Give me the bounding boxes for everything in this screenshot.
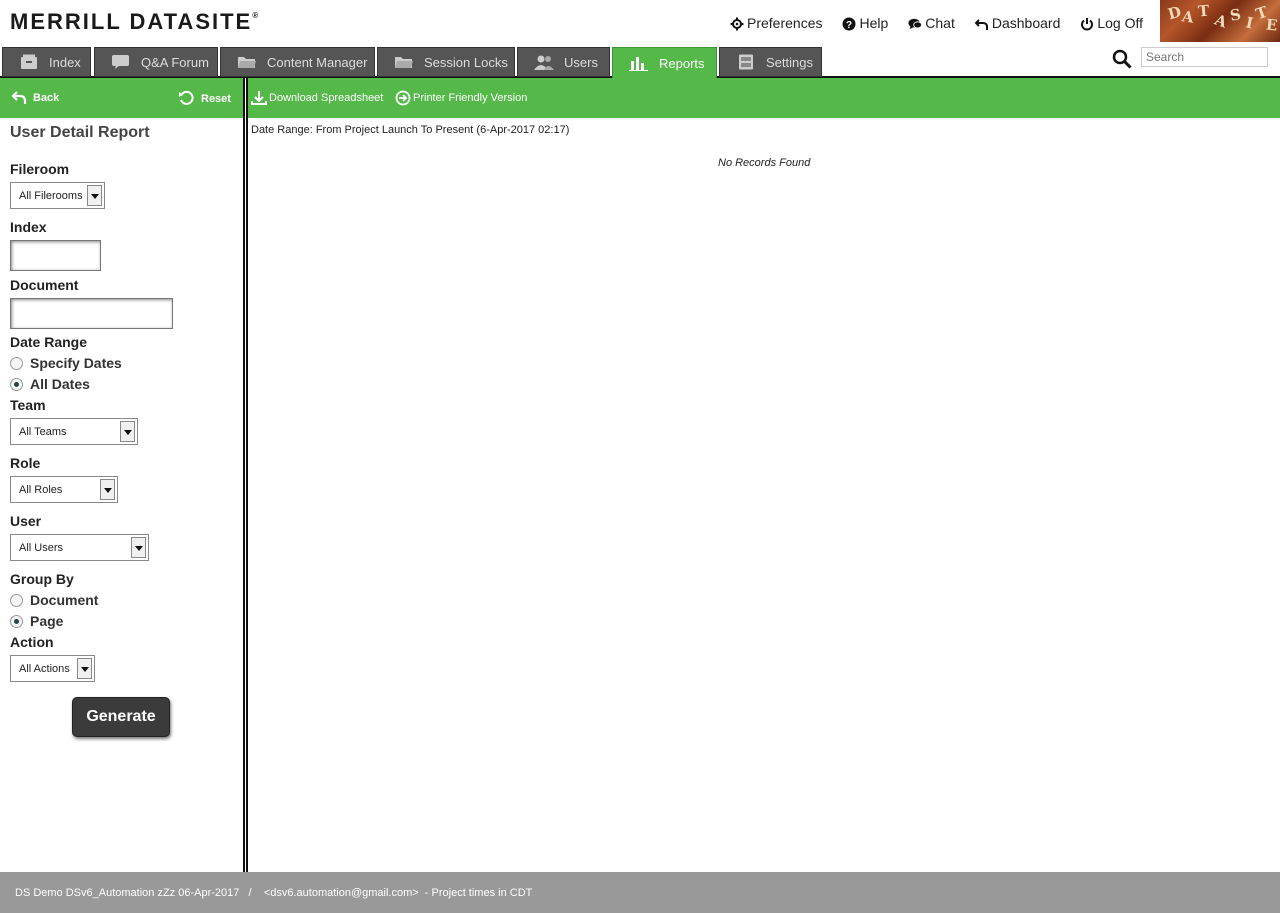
chevron-down-icon bbox=[100, 479, 115, 500]
action-select[interactable]: All Actions bbox=[10, 655, 95, 682]
document-input[interactable] bbox=[10, 298, 173, 329]
generate-button[interactable]: Generate bbox=[72, 697, 170, 737]
gear-icon bbox=[730, 17, 744, 31]
chat-link[interactable]: Chat bbox=[908, 14, 955, 31]
role-label: Role bbox=[10, 455, 41, 471]
reset-button[interactable]: Reset bbox=[178, 90, 231, 107]
folder-open-icon bbox=[395, 57, 413, 68]
no-records-message: No Records Found bbox=[718, 157, 811, 169]
reset-icon bbox=[179, 90, 194, 105]
chevron-down-icon bbox=[131, 537, 146, 558]
team-label: Team bbox=[10, 397, 46, 413]
radio-button-selected bbox=[10, 377, 23, 391]
back-arrow-icon bbox=[12, 91, 27, 104]
search-input[interactable] bbox=[1141, 47, 1268, 67]
arrow-circle-icon bbox=[395, 90, 411, 106]
logoff-link[interactable]: Log Off bbox=[1080, 14, 1143, 31]
help-icon: ? bbox=[842, 17, 856, 31]
tab-users[interactable]: Users bbox=[517, 47, 610, 77]
role-select[interactable]: All Roles bbox=[10, 476, 118, 503]
dashboard-link[interactable]: Dashboard bbox=[974, 14, 1060, 31]
user-select[interactable]: All Users bbox=[10, 534, 149, 561]
index-label: Index bbox=[10, 219, 47, 235]
help-link[interactable]: ? Help bbox=[842, 14, 888, 31]
logo: MERRILL DATASITE® bbox=[10, 9, 259, 34]
printer-friendly-button[interactable]: Printer Friendly Version bbox=[395, 90, 527, 106]
group-document-radio[interactable]: Document bbox=[10, 592, 98, 608]
report-date-range: Date Range: From Project Launch To Prese… bbox=[251, 124, 570, 136]
tab-qa-forum[interactable]: Q&A Forum bbox=[94, 47, 218, 77]
top-links: Preferences ? Help Chat Dashboard Log Of… bbox=[730, 14, 1163, 31]
tab-index[interactable]: Index bbox=[2, 47, 91, 77]
chevron-down-icon bbox=[77, 658, 92, 679]
footer-text: DS Demo DSv6_Automation zZz 06-Apr-2017 … bbox=[15, 886, 533, 899]
chevron-down-icon bbox=[87, 185, 102, 206]
index-input[interactable] bbox=[10, 240, 101, 271]
back-arrow-icon bbox=[974, 19, 988, 30]
chevron-down-icon bbox=[120, 421, 135, 442]
left-toolbar: Back Reset bbox=[0, 78, 243, 118]
datasite-brand-image: D A T A S I T E bbox=[1160, 0, 1280, 42]
app-header: MERRILL DATASITE® Preferences ? Help Cha… bbox=[0, 0, 1280, 46]
power-icon bbox=[1081, 18, 1094, 31]
radio-button-selected bbox=[10, 614, 23, 628]
main-tabs: Index Q&A Forum Content Manager Session … bbox=[0, 46, 1280, 79]
group-page-radio[interactable]: Page bbox=[10, 613, 63, 629]
report-title: User Detail Report bbox=[10, 124, 150, 141]
tab-settings[interactable]: Settings bbox=[719, 47, 822, 77]
radio-button bbox=[10, 356, 23, 370]
index-icon bbox=[21, 54, 37, 69]
users-icon bbox=[534, 55, 554, 70]
user-label: User bbox=[10, 513, 42, 529]
svg-text:?: ? bbox=[846, 20, 852, 31]
group-by-label: Group By bbox=[10, 571, 74, 587]
download-spreadsheet-button[interactable]: Download Spreadsheet bbox=[251, 90, 383, 106]
tab-reports[interactable]: Reports bbox=[612, 47, 717, 79]
cabinet-icon bbox=[739, 54, 753, 70]
fileroom-select[interactable]: All Filerooms bbox=[10, 182, 105, 209]
document-label: Document bbox=[10, 277, 79, 293]
footer-bar: DS Demo DSv6_Automation zZz 06-Apr-2017 … bbox=[0, 872, 1280, 913]
tab-session-locks[interactable]: Session Locks bbox=[377, 47, 515, 77]
tab-content-manager[interactable]: Content Manager bbox=[220, 47, 375, 77]
report-toolbar: Download Spreadsheet Printer Friendly Ve… bbox=[248, 78, 1280, 118]
chat-icon bbox=[908, 18, 923, 30]
fileroom-label: Fileroom bbox=[10, 161, 70, 177]
panel-splitter[interactable] bbox=[243, 78, 248, 872]
search-icon[interactable] bbox=[1112, 49, 1132, 69]
download-icon bbox=[251, 91, 267, 105]
preferences-link[interactable]: Preferences bbox=[730, 14, 822, 31]
back-button[interactable]: Back bbox=[12, 90, 59, 105]
speech-bubble-icon bbox=[112, 55, 129, 69]
radio-button bbox=[10, 593, 23, 607]
all-dates-radio[interactable]: All Dates bbox=[10, 376, 90, 392]
team-select[interactable]: All Teams bbox=[10, 418, 138, 445]
action-label: Action bbox=[10, 634, 54, 650]
date-range-label: Date Range bbox=[10, 334, 88, 350]
bar-chart-icon bbox=[629, 57, 648, 71]
specify-dates-radio[interactable]: Specify Dates bbox=[10, 355, 122, 371]
folder-icon bbox=[238, 57, 256, 68]
